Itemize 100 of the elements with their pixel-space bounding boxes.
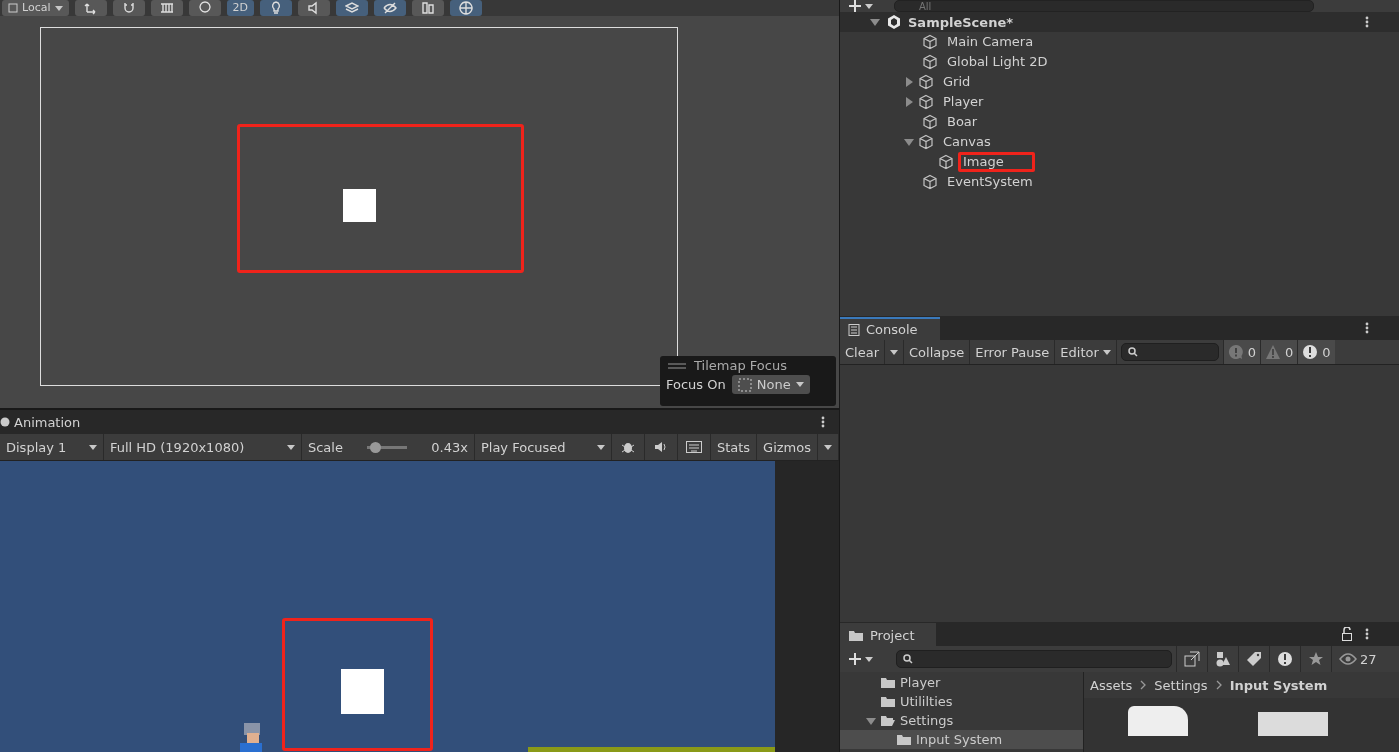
toolbar-toggle[interactable] [150, 0, 183, 16]
hierarchy-item[interactable]: Boar [942, 112, 1009, 132]
search-field[interactable] [896, 650, 1172, 668]
breadcrumb-item[interactable]: Assets [1090, 677, 1133, 693]
scene-name[interactable]: SampleScene* [908, 14, 1013, 30]
overlay-title: Tilemap Focus [694, 358, 787, 373]
layers-icon [345, 1, 359, 15]
toolbar-toggle[interactable] [374, 0, 406, 16]
breadcrumb-item[interactable]: Settings [1154, 677, 1208, 693]
slider-thumb[interactable] [370, 441, 382, 453]
toolbar-toggle[interactable] [336, 0, 368, 16]
eye-slash-icon [383, 1, 397, 15]
caret-icon [795, 382, 804, 387]
exclamation-icon [1302, 344, 1319, 360]
folder-icon [848, 629, 864, 642]
search-field[interactable] [1120, 343, 1219, 361]
caret-icon [824, 444, 832, 450]
more-icon[interactable] [821, 416, 825, 428]
toolbar-toggle[interactable] [260, 0, 292, 16]
cube-icon [8, 3, 18, 13]
folder-item[interactable]: Player [840, 673, 1083, 692]
focus-label: Focus On [666, 377, 726, 392]
toolbar-toggle[interactable] [450, 0, 482, 16]
lock-icon[interactable] [1341, 627, 1353, 641]
drag-handle-icon[interactable] [668, 362, 686, 369]
collapsed-arrow-icon[interactable] [904, 77, 914, 87]
animation-icon [0, 417, 10, 427]
folder-item[interactable]: Utililties [840, 692, 1083, 711]
speech-bubble-icon [1227, 344, 1244, 360]
cube-icon [918, 74, 934, 90]
search-icon [1127, 347, 1138, 357]
chevron-icon [1140, 680, 1147, 690]
input-actions-icon[interactable] [1258, 712, 1328, 736]
hierarchy-item[interactable]: Global Light 2D [942, 52, 1079, 72]
cube-icon [922, 174, 938, 190]
caret-icon [890, 349, 898, 355]
toolbar-toggle[interactable] [74, 0, 107, 16]
move-axes-icon [83, 1, 98, 15]
focus-dropdown[interactable]: None [731, 375, 810, 394]
globe-icon [459, 1, 473, 15]
search-field[interactable]: All [894, 0, 1314, 12]
chevron-icon [1215, 680, 1222, 690]
warning-count-button[interactable]: 0 [1260, 340, 1298, 364]
toolbar-toggle[interactable] [188, 0, 221, 16]
magnet-icon [121, 1, 136, 15]
warning-icon [1265, 344, 1282, 360]
hierarchy-item[interactable]: EventSystem [942, 172, 1064, 192]
shapes-icon [1215, 651, 1231, 667]
open-folder-icon [880, 714, 896, 727]
eye-icon [1339, 653, 1357, 665]
caret-icon [1102, 349, 1111, 355]
expanded-arrow-icon[interactable] [904, 137, 914, 147]
scale-value: 0.43x [431, 439, 468, 455]
folder-item[interactable]: Input System [840, 730, 1083, 749]
expanded-arrow-icon[interactable] [870, 17, 880, 27]
folder-item[interactable]: Settings [840, 711, 1083, 730]
caret-icon [596, 444, 605, 450]
panels-icon [421, 1, 435, 15]
view-mode-toggle[interactable]: 2D [226, 0, 254, 16]
cube-icon [918, 94, 934, 110]
info-count-button[interactable]: 0 [1222, 340, 1261, 364]
console-tab[interactable]: Console [840, 317, 940, 340]
hierarchy-item[interactable]: Canvas [938, 132, 1022, 152]
bug-icon [620, 440, 635, 454]
more-icon[interactable] [1365, 628, 1369, 640]
hierarchy-item[interactable]: Image [958, 152, 1035, 172]
collapsed-arrow-icon[interactable] [904, 97, 914, 107]
add-icon[interactable] [848, 0, 874, 12]
cube-icon [922, 34, 938, 50]
toolbar-toggle[interactable] [298, 0, 330, 16]
expanded-arrow-icon[interactable] [866, 715, 876, 726]
cube-icon [918, 134, 934, 150]
keyboard-icon [685, 441, 702, 453]
pivot-dropdown[interactable]: Local [2, 0, 69, 16]
add-icon[interactable] [848, 652, 874, 666]
cube-icon [922, 54, 938, 70]
dashed-square-icon [737, 377, 752, 392]
cube-icon [938, 154, 954, 170]
toolbar-toggle[interactable] [412, 0, 444, 16]
panel-tab[interactable]: Animation [0, 414, 81, 430]
bulb-icon [269, 1, 283, 15]
popout-icon [1184, 651, 1200, 667]
more-icon[interactable] [1365, 16, 1369, 28]
exclamation-icon [1277, 651, 1293, 667]
script-file-icon[interactable] [1128, 706, 1188, 736]
hierarchy-item[interactable]: Player [938, 92, 1015, 112]
folder-icon [880, 676, 896, 689]
project-tab[interactable]: Project [840, 623, 937, 646]
star-icon [1308, 651, 1324, 667]
scale-label: Scale [307, 439, 343, 455]
caret-icon [89, 444, 97, 450]
list-icon [848, 323, 860, 336]
scene-view[interactable]: Tilemap Focus Focus On None [0, 16, 839, 408]
breadcrumb-item[interactable]: Input System [1229, 677, 1328, 693]
more-icon[interactable] [1365, 322, 1369, 334]
toolbar-toggle[interactable] [112, 0, 145, 16]
folder-icon [880, 695, 896, 708]
hierarchy-item[interactable]: Grid [938, 72, 1002, 92]
error-count-button[interactable]: 0 [1297, 340, 1335, 364]
hierarchy-item[interactable]: Main Camera [942, 32, 1065, 52]
